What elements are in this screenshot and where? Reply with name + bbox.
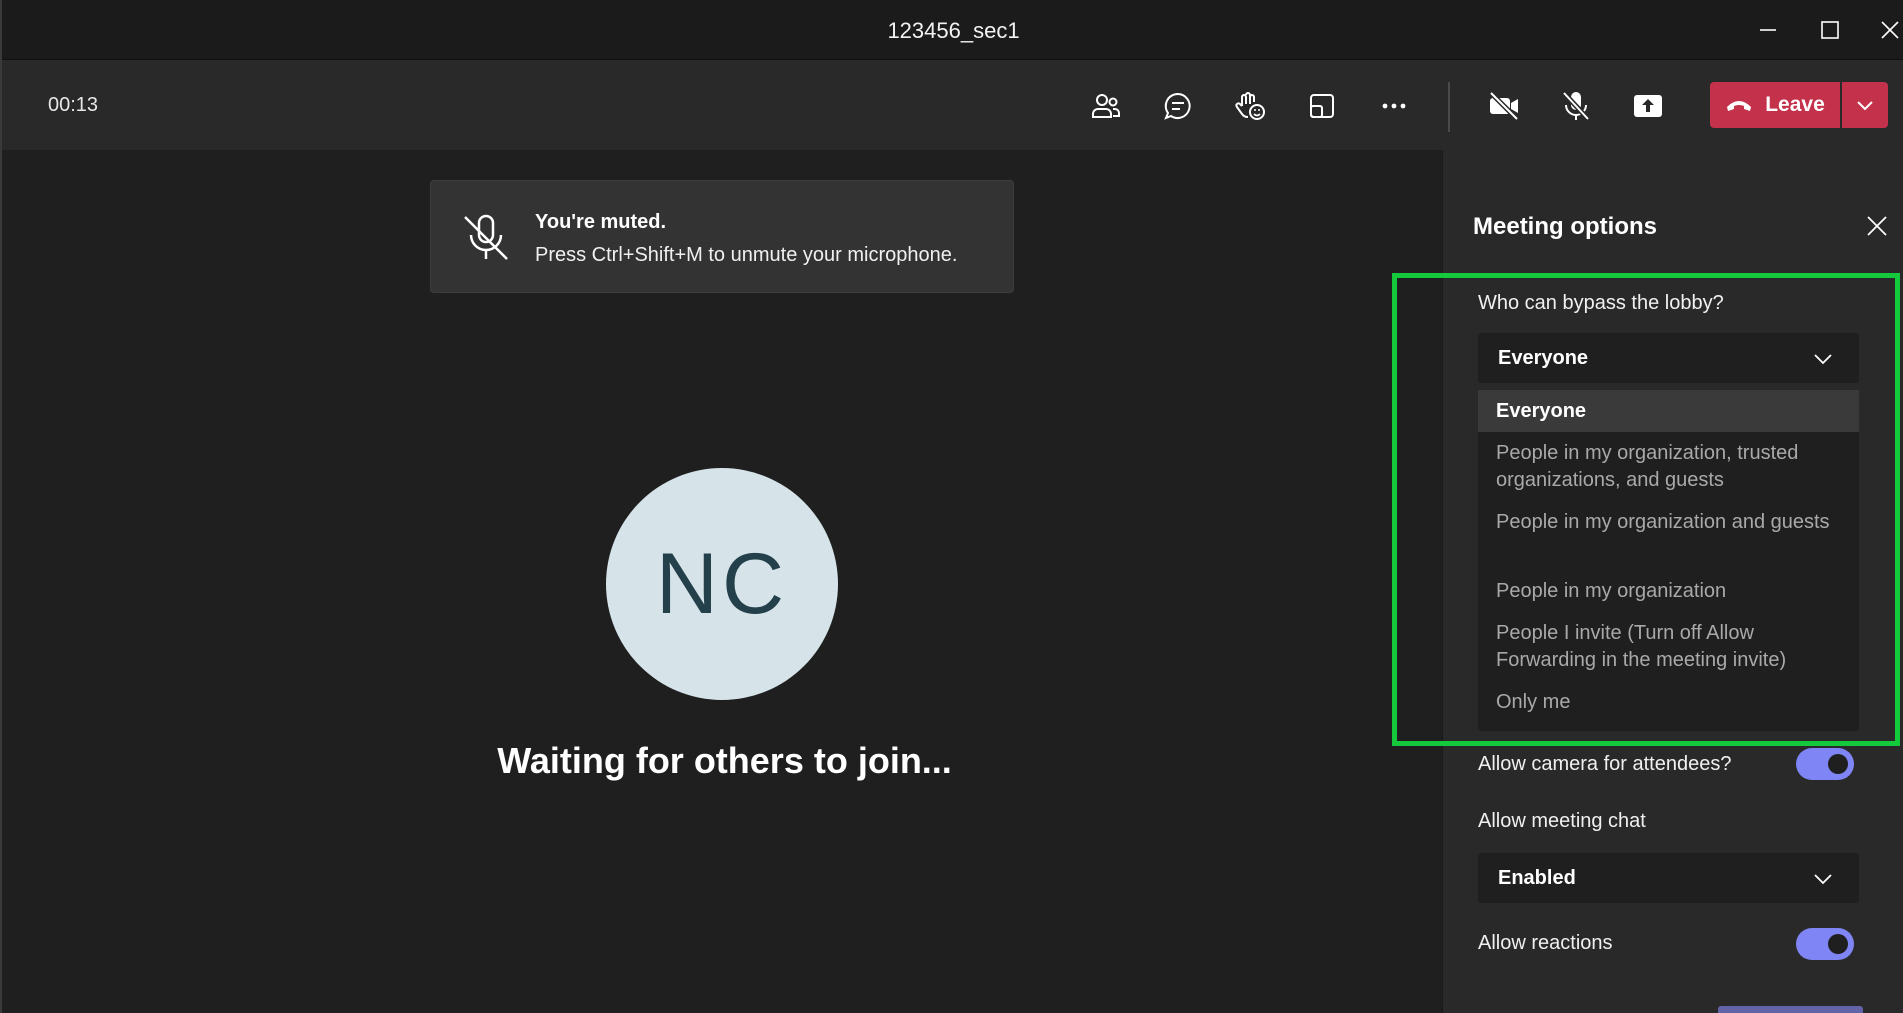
leave-button[interactable]: Leave [1710, 82, 1840, 128]
panel-title: Meeting options [1473, 213, 1657, 240]
leave-label: Leave [1765, 93, 1825, 116]
more-actions-button[interactable] [1370, 82, 1418, 130]
lobby-option-only-me[interactable]: Only me [1478, 689, 1859, 716]
close-window-button[interactable] [1870, 12, 1903, 48]
camera-toggle-button[interactable] [1480, 82, 1528, 130]
camera-off-icon [1489, 91, 1519, 121]
close-icon [1867, 216, 1887, 236]
window-title: 123456_sec1 [887, 18, 1020, 43]
close-icon [1881, 21, 1899, 39]
minimize-button[interactable] [1748, 12, 1788, 48]
lobby-option-everyone[interactable]: Everyone [1478, 390, 1859, 432]
share-screen-icon [1634, 95, 1662, 117]
mic-off-icon [1562, 91, 1590, 121]
share-tray-button[interactable] [1298, 82, 1346, 130]
reactions-label: Allow reactions [1478, 932, 1613, 954]
phone-hangup-icon [1727, 101, 1752, 111]
lobby-label: Who can bypass the lobby? [1478, 292, 1724, 314]
leave-options-button[interactable] [1842, 82, 1888, 128]
lobby-dropdown-list: Everyone People in my organization, trus… [1478, 390, 1859, 731]
chevron-down-icon [1814, 354, 1832, 365]
share-tray-icon [1310, 94, 1334, 118]
lobby-option-org-guests[interactable]: People in my organization and guests [1478, 509, 1859, 536]
lobby-select-value: Everyone [1498, 347, 1589, 369]
more-icon [1382, 103, 1406, 109]
people-icon [1092, 94, 1120, 118]
lobby-select[interactable]: Everyone [1478, 333, 1859, 383]
muted-hint: Press Ctrl+Shift+M to unmute your microp… [535, 244, 958, 266]
maximize-button[interactable] [1810, 12, 1850, 48]
camera-label: Allow camera for attendees? [1478, 753, 1732, 775]
chevron-down-icon [1814, 874, 1832, 885]
maximize-icon [1821, 21, 1839, 39]
save-button[interactable] [1718, 1006, 1863, 1013]
raise-hand-button[interactable] [1226, 82, 1274, 130]
chat-icon [1164, 92, 1191, 120]
chat-select[interactable]: Enabled [1478, 853, 1859, 903]
camera-toggle[interactable] [1796, 748, 1854, 780]
share-screen-button[interactable] [1624, 82, 1672, 130]
lobby-option-org[interactable]: People in my organization [1478, 578, 1859, 605]
lobby-option-people-i-invite[interactable]: People I invite (Turn off Allow Forwardi… [1478, 620, 1859, 674]
title-bar: 123456_sec1 [2, 0, 1903, 60]
waiting-message: Waiting for others to join... [497, 740, 952, 781]
chat-label: Allow meeting chat [1478, 810, 1646, 832]
people-button[interactable] [1082, 82, 1130, 130]
meeting-options-panel: Meeting options Who can bypass the lobby… [1442, 150, 1903, 1013]
chevron-down-icon [1857, 101, 1873, 111]
muted-title: You're muted. [535, 211, 667, 233]
meeting-toolbar: 00:13 Leave [2, 60, 1903, 150]
chat-select-value: Enabled [1498, 867, 1576, 889]
lobby-option-org-trusted-guests[interactable]: People in my organization, trusted organ… [1478, 440, 1859, 494]
mic-toggle-button[interactable] [1552, 82, 1600, 130]
teams-meeting-window: 123456_sec1 00:13 Leave You're muted. Pr… [0, 0, 1903, 1013]
close-panel-button[interactable] [1861, 210, 1893, 242]
toggle-knob [1828, 934, 1848, 954]
chat-button[interactable] [1154, 82, 1202, 130]
toolbar-divider [1448, 82, 1450, 132]
reactions-toggle[interactable] [1796, 928, 1854, 960]
minimize-icon [1760, 29, 1776, 31]
toggle-knob [1828, 754, 1848, 774]
meeting-stage: You're muted. Press Ctrl+Shift+M to unmu… [2, 150, 1442, 1013]
meeting-timer: 00:13 [48, 94, 99, 116]
mic-off-icon [464, 214, 508, 260]
avatar: NC [606, 468, 838, 700]
raise-hand-icon [1235, 92, 1265, 120]
muted-notification: You're muted. Press Ctrl+Shift+M to unmu… [430, 180, 1014, 293]
